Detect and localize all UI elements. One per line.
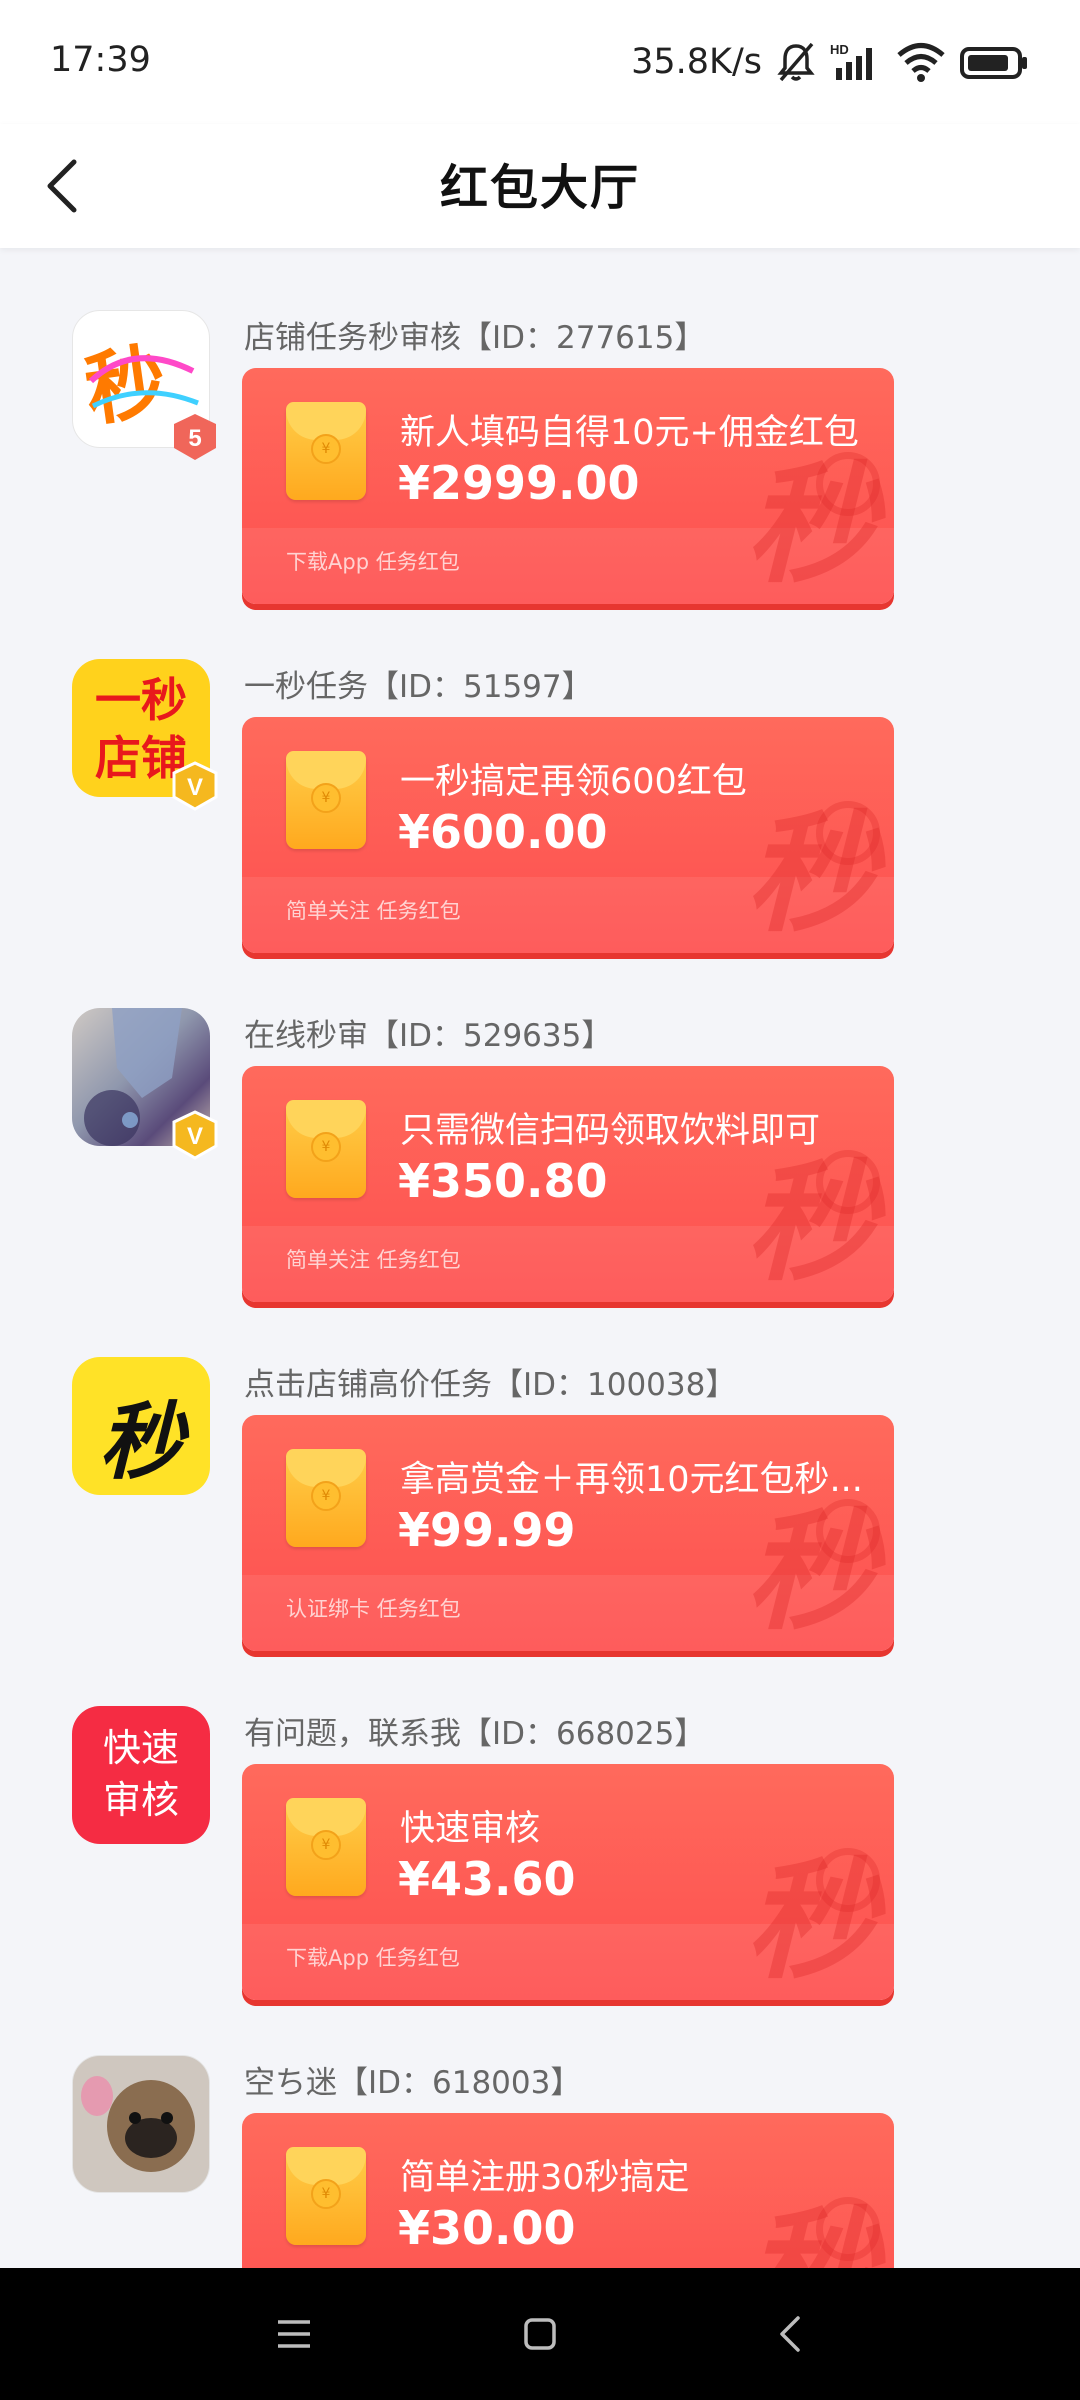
avatar[interactable]: 快速 审核 [72,1706,210,1844]
list-item: 空ち迷【ID：618003】 秒 ¥ 简单注册30秒搞定 ¥30.00 [0,1993,1080,2268]
list-item: 快速 审核 有问题，联系我【ID：668025】 秒 ¥ 快速审核 ¥43.60… [0,1644,1080,2000]
card-title: 拿高赏金＋再领10元红包秒... [400,1460,863,1500]
card-tags: 简单关注 任务红包 [286,899,461,923]
shop-name[interactable]: 一秒任务【ID：51597】 [244,661,593,706]
avatar[interactable] [72,2055,210,2193]
card-amount: ¥43.60 [398,1852,576,1906]
card-tags: 下载App 任务红包 [286,1946,460,1970]
nav-back-button[interactable] [760,2304,820,2364]
list-item: 秒 点击店铺高价任务【ID：100038】 秒 ¥ 拿高赏金＋再领10元红包秒.… [0,1295,1080,1651]
list-item: 一秒 店铺 V 一秒任务【ID：51597】 秒 ¥ 一秒搞定再领600红包 ¥… [0,597,1080,953]
red-packet-card[interactable]: 秒 ¥ 快速审核 ¥43.60 下载App 任务红包 [242,1764,894,2000]
envelope-icon: ¥ [286,1100,366,1198]
card-amount: ¥99.99 [398,1503,576,1557]
card-title: 一秒搞定再领600红包 [400,762,747,802]
envelope-icon: ¥ [286,1449,366,1547]
card-title: 新人填码自得10元+佣金红包 [400,413,859,453]
svg-text:V: V [187,774,203,801]
svg-text:秒: 秒 [79,333,171,437]
card-watermark: 秒 [745,1495,876,1648]
card-amount: ¥2999.00 [398,456,640,510]
envelope-icon: ¥ [286,2147,366,2245]
card-title: 简单注册30秒搞定 [400,2158,690,2198]
vip-badge: V [170,1110,220,1160]
status-time: 17:39 [50,40,151,80]
envelope-icon: ¥ [286,751,366,849]
avatar-photo [73,2056,209,2192]
wifi-icon [897,43,945,82]
card-amount: ¥350.80 [398,1154,608,1208]
nav-back-icon [780,2316,800,2352]
avatar[interactable]: 秒 [72,1357,210,1495]
svg-text:HD: HD [830,42,849,57]
home-square-icon [524,2318,556,2350]
battery-icon [960,47,1027,79]
svg-text:V: V [187,1123,203,1150]
menu-icon [278,2320,310,2348]
red-packet-list: 秒 5 店铺任务秒审核【ID：277615】 秒 ¥ 新人填码自得10元+佣金红… [0,248,1080,2268]
shop-name[interactable]: 空ち迷【ID：618003】 [244,2057,581,2102]
card-amount: ¥600.00 [398,805,608,859]
vip-badge: V [170,761,220,811]
bell-off-icon [777,42,815,82]
network-speed: 35.8K/s [631,42,762,82]
svg-text:5: 5 [188,425,201,452]
page-title: 红包大厅 [439,160,640,216]
shop-name[interactable]: 店铺任务秒审核【ID：277615】 [244,312,705,357]
status-icons: 35.8K/s HD [631,38,1030,86]
card-title: 快速审核 [400,1809,541,1849]
card-amount: ¥30.00 [398,2201,576,2255]
list-item: 秒 5 店铺任务秒审核【ID：277615】 秒 ¥ 新人填码自得10元+佣金红… [0,248,1080,604]
red-packet-card[interactable]: 秒 ¥ 新人填码自得10元+佣金红包 ¥2999.00 下载App 任务红包 [242,368,894,604]
card-watermark: 秒 [745,797,876,950]
status-bar: 17:39 35.8K/s HD [0,0,1080,124]
card-watermark: 秒 [746,2205,876,2269]
shop-name[interactable]: 点击店铺高价任务【ID：100038】 [244,1359,736,1404]
avatar-text: 秒 [98,1392,183,1491]
envelope-icon: ¥ [286,1798,366,1896]
shop-name[interactable]: 有问题，联系我【ID：668025】 [244,1708,705,1753]
level-badge: 5 [170,412,220,462]
card-tags: 下载App 任务红包 [286,550,460,574]
system-nav-bar [0,2268,1080,2400]
card-watermark: 秒 [745,1146,876,1299]
shop-name[interactable]: 在线秒审【ID：529635】 [244,1010,612,1055]
card-watermark: 秒 [745,448,876,601]
list-item: V 在线秒审【ID：529635】 秒 ¥ 只需微信扫码领取饮料即可 ¥350.… [0,946,1080,1302]
card-watermark: 秒 [745,1844,876,1997]
card-tags: 认证绑卡 任务红包 [286,1597,461,1621]
red-packet-card[interactable]: 秒 ¥ 只需微信扫码领取饮料即可 ¥350.80 简单关注 任务红包 [242,1066,894,1302]
red-packet-card[interactable]: 秒 ¥ 一秒搞定再领600红包 ¥600.00 简单关注 任务红包 [242,717,894,953]
red-packet-card[interactable]: 秒 ¥ 拿高赏金＋再领10元红包秒... ¥99.99 认证绑卡 任务红包 [242,1415,894,1651]
card-title: 只需微信扫码领取饮料即可 [400,1111,821,1151]
menu-button[interactable] [264,2304,324,2364]
card-tags: 简单关注 任务红包 [286,1248,461,1272]
avatar-text: 快速 审核 [102,1726,179,1822]
signal-icon: HD [830,42,872,80]
envelope-icon: ¥ [286,402,366,500]
header-bar: 红包大厅 [0,124,1080,248]
home-button[interactable] [510,2304,570,2364]
red-packet-card[interactable]: 秒 ¥ 简单注册30秒搞定 ¥30.00 [242,2113,894,2268]
